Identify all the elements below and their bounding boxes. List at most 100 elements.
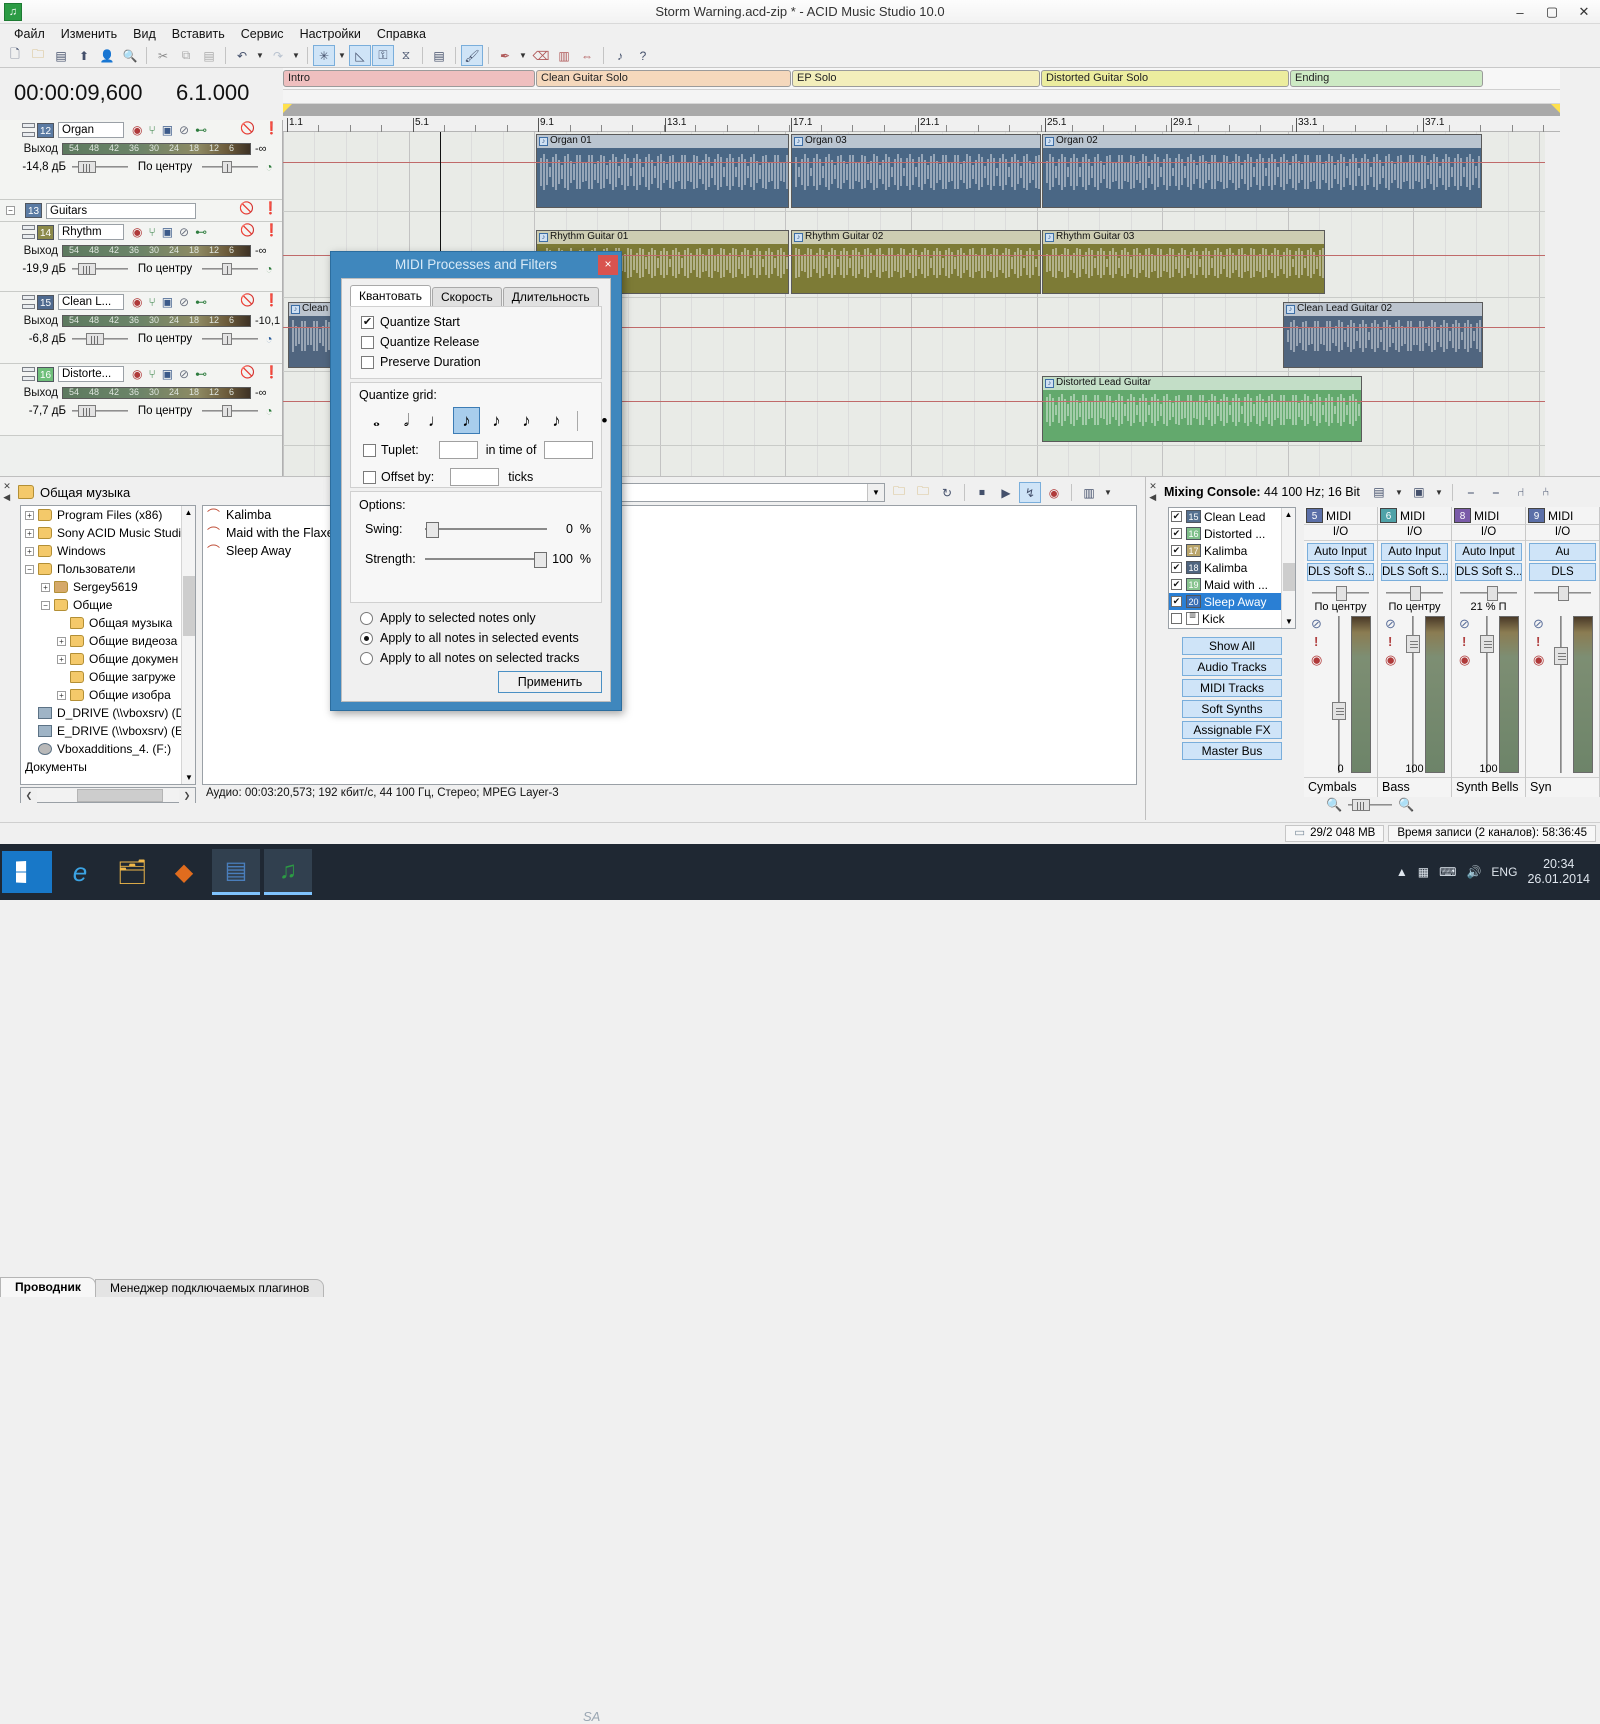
audio-clip[interactable]: ♪ Clean Lead Guitar 02 — [1283, 302, 1483, 368]
chevron-down-icon[interactable]: ▼ — [1393, 482, 1405, 503]
invert-phase-icon[interactable]: ▣ — [162, 368, 173, 380]
zoom-out-icon[interactable]: 🔍 — [1326, 797, 1342, 813]
solo-icon[interactable]: ! — [1388, 634, 1392, 649]
sixtyfourth-note-icon[interactable]: ♪ — [543, 407, 570, 434]
tab-explorer[interactable]: Проводник — [0, 1277, 96, 1297]
strip-number[interactable]: 9 — [1528, 508, 1545, 523]
strip-input-button[interactable]: Auto Input — [1455, 543, 1522, 561]
mixer-filter-midi-tracks-button[interactable]: MIDI Tracks — [1182, 679, 1282, 697]
view-dropdown-icon[interactable]: ▼ — [1102, 482, 1114, 503]
up-folder-icon[interactable]: 🗀 — [912, 482, 934, 503]
solo-icon[interactable]: ! — [1536, 634, 1540, 649]
tree-expander-icon[interactable]: + — [25, 528, 34, 538]
track-volume-value[interactable]: -14,8 дБ — [0, 161, 72, 173]
track-header[interactable]: 15 Clean L... ◉ ⑂ ▣ ⊘ ⊷ 🚫 ❗ Выход 54 48 42 36 30 24 18 12… — [0, 292, 282, 364]
checkbox-box-offset[interactable] — [363, 470, 376, 484]
volume-icon[interactable]: 🔊 — [1466, 865, 1481, 879]
track-header[interactable]: 16 Distorte... ◉ ⑂ ▣ ⊘ ⊷ 🚫 ❗ Выход 54 48 42 36 30 24 18 1… — [0, 364, 282, 436]
track-peak-value[interactable]: -∞ — [253, 387, 282, 399]
audio-clip[interactable]: ♪ Organ 02 — [1042, 134, 1482, 208]
track-volume-slider[interactable] — [72, 161, 128, 173]
invert-phase-icon[interactable]: ▣ — [162, 124, 173, 136]
audio-clip[interactable]: ♪ Organ 03 — [791, 134, 1041, 208]
mute-icon[interactable]: ⊘ — [1385, 616, 1396, 632]
region-marker[interactable]: EP Solo — [792, 70, 1040, 87]
track-fx-icon[interactable]: ⑂ — [148, 226, 155, 238]
beat-ruler[interactable]: 1.1 5.1 9.1 13.1 17.1 21.1 25.1 29.1 33.1 37.1 — [283, 116, 1560, 132]
copy-icon[interactable]: ⧉ — [175, 45, 197, 66]
select-icon[interactable]: ▣ — [1408, 482, 1430, 503]
audio-clip[interactable]: ♪ Rhythm Guitar 02 — [791, 230, 1041, 294]
strip-device-button[interactable]: DLS — [1529, 563, 1596, 581]
strip-device-button[interactable]: DLS Soft S... — [1455, 563, 1522, 581]
track-name-input[interactable]: Clean L... — [58, 294, 124, 310]
tree-expander-icon[interactable]: + — [41, 582, 50, 592]
explorer-icon[interactable]: 🔍 — [119, 45, 141, 66]
mute-icon[interactable]: ⊘ — [179, 368, 189, 380]
add-to-project-icon[interactable]: ◉ — [1043, 482, 1065, 503]
solo-icon[interactable]: ⊷ — [195, 226, 207, 238]
document-app-icon[interactable]: ▤ — [212, 849, 260, 895]
swing-slider[interactable] — [425, 522, 547, 538]
track-number[interactable]: 12 — [37, 122, 54, 138]
invert-phase-icon[interactable]: ▣ — [162, 296, 173, 308]
stop-preview-icon[interactable]: ⏹ — [971, 482, 993, 503]
checkbox-quantize-start[interactable]: ✔ Quantize Start — [361, 315, 601, 329]
metronome-icon[interactable]: ♪ — [609, 45, 631, 66]
menu-file[interactable]: Файл — [6, 25, 53, 43]
strip-name[interactable]: Cymbals — [1304, 777, 1377, 797]
publish-icon[interactable]: ⬆ — [73, 45, 95, 66]
strip-volume-fader[interactable] — [1406, 616, 1420, 773]
lock-envelope-icon[interactable]: ⚿ — [372, 45, 394, 66]
play-preview-icon[interactable]: ▶ — [995, 482, 1017, 503]
audio-clip[interactable]: ♪ Distorted Lead Guitar — [1042, 376, 1362, 442]
tree-item[interactable]: Vboxadditions_4. (F:) — [21, 740, 195, 758]
audio-clip[interactable]: ♪ Rhythm Guitar 03 — [1042, 230, 1325, 294]
eraser-icon[interactable]: ⌫ — [530, 45, 552, 66]
track-name-input[interactable]: Rhythm — [58, 224, 124, 240]
mixer-channel-strip[interactable]: 8 MIDI I/O Auto Input DLS Soft S... 21 % П ⊘! ◉… — [1452, 507, 1526, 797]
mixer-track-checkbox[interactable]: ✔ — [1171, 579, 1182, 590]
solo-icon[interactable]: ⊷ — [195, 124, 207, 136]
tree-item[interactable]: + Общие видеоза — [21, 632, 195, 650]
record-arm-icon[interactable]: ◉ — [132, 124, 142, 136]
track-header[interactable]: 14 Rhythm ◉ ⑂ ▣ ⊘ ⊷ 🚫 ❗ Выход 54 48 42 36 30 24 18 12 6 -∞ -… — [0, 222, 282, 292]
network-icon[interactable]: ▦ — [1418, 865, 1429, 879]
strip-number[interactable]: 6 — [1380, 508, 1397, 523]
beat-time-display[interactable]: 6.1.000 — [176, 80, 249, 106]
mixer-track-list-item[interactable]: ▥Snare — [1169, 627, 1295, 628]
mixer-filter-audio-tracks-button[interactable]: Audio Tracks — [1182, 658, 1282, 676]
chopper-icon[interactable]: ▥ — [553, 45, 575, 66]
mixer-track-checkbox[interactable]: ✔ — [1171, 511, 1182, 522]
tree-item[interactable]: + Sony ACID Music Studi — [21, 524, 195, 542]
pencil-dropdown-icon[interactable]: ▼ — [517, 45, 529, 66]
region-marker[interactable]: Intro — [283, 70, 535, 87]
tree-item[interactable]: Общая музыка — [21, 614, 195, 632]
loop-region-strip[interactable] — [283, 104, 1560, 116]
mixer-track-list-item[interactable]: ✔ 18 Kalimba — [1169, 559, 1295, 576]
track-pan-value[interactable]: По центру — [128, 161, 202, 173]
track-folder-header[interactable]: −13 Guitars 🚫 ❗ — [0, 200, 282, 222]
no-icon[interactable]: 🚫 — [240, 366, 255, 378]
solo-exclaim-icon[interactable]: ❗ — [264, 294, 279, 306]
automation-icon[interactable]: ◔ — [258, 160, 280, 174]
no-icon[interactable]: 🚫 — [240, 294, 255, 306]
taskbar-clock[interactable]: 20:34 26.01.2014 — [1527, 857, 1590, 887]
insert-audio-track-icon[interactable]: ⎯ — [1460, 482, 1482, 503]
track-volume-value[interactable]: -7,7 дБ — [0, 405, 72, 417]
track-peak-value[interactable]: -∞ — [253, 245, 282, 257]
maximize-button[interactable]: ▢ — [1536, 0, 1568, 24]
solo-icon[interactable]: ! — [1462, 634, 1466, 649]
strip-device-button[interactable]: DLS Soft S... — [1307, 563, 1374, 581]
strip-input-button[interactable]: Au — [1529, 543, 1596, 561]
draw-tool-icon[interactable]: ✳ — [313, 45, 335, 66]
no-icon[interactable]: 🚫 — [240, 224, 255, 236]
tree-item[interactable]: E_DRIVE (\\vboxsrv) (E:) — [21, 722, 195, 740]
track-level-meter[interactable]: 54 48 42 36 30 24 18 12 6 — [62, 386, 251, 399]
strength-slider[interactable] — [425, 552, 547, 568]
checkbox-quantize-release[interactable]: Quantize Release — [361, 335, 601, 349]
record-arm-icon[interactable]: ◉ — [1311, 652, 1322, 668]
track-pan-value[interactable]: По центру — [128, 263, 202, 275]
dotted-note-icon[interactable]: • — [591, 407, 618, 434]
tree-item[interactable]: + Sergey5619 — [21, 578, 195, 596]
